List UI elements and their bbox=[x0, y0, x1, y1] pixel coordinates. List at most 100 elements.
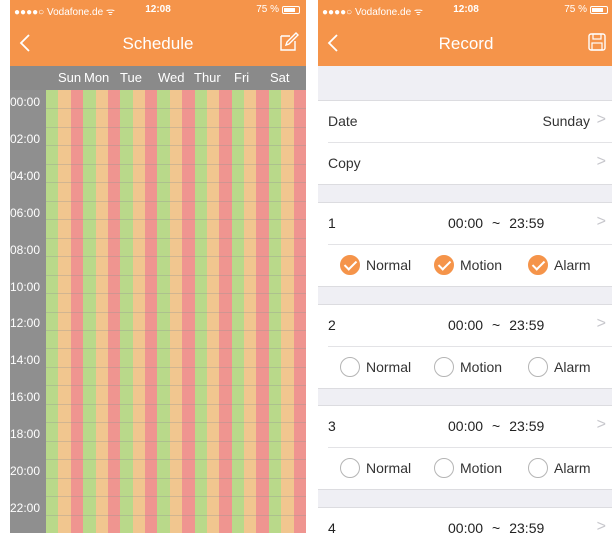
alarm-label: Alarm bbox=[554, 359, 591, 375]
date-value: Sunday bbox=[542, 113, 590, 129]
start-time: 00:00 bbox=[448, 317, 484, 333]
normal-label: Normal bbox=[366, 257, 412, 273]
time-label: 02:00 bbox=[10, 131, 41, 146]
chevron-right-icon: > bbox=[596, 416, 606, 433]
motion-checkbox[interactable]: Motion bbox=[434, 255, 502, 275]
hour-gridline bbox=[46, 182, 306, 184]
motion-label: Motion bbox=[460, 257, 503, 273]
record-screen: ●●●●○ Vodafone.de ᯤ 12:08 75 % Record Da… bbox=[318, 0, 612, 533]
alarm-checkbox[interactable]: Alarm bbox=[528, 458, 591, 478]
record-schedule-1: 1 00:00 ~23:59 > Normal Motion Alarm bbox=[318, 202, 612, 287]
save-icon bbox=[588, 33, 606, 51]
date-label: Date bbox=[328, 113, 358, 129]
schedule-number: 1 bbox=[328, 215, 336, 231]
time-range-row[interactable]: 2 00:00 ~23:59 > bbox=[318, 305, 612, 346]
empty-circle-icon bbox=[434, 458, 454, 478]
battery-indicator: 75 % bbox=[564, 4, 608, 15]
hour-gridline bbox=[46, 329, 306, 331]
time-range: 00:00 ~23:59 bbox=[448, 215, 588, 231]
alarm-checkbox[interactable]: Alarm bbox=[528, 255, 591, 275]
empty-circle-icon bbox=[434, 357, 454, 377]
motion-checkbox[interactable]: Motion bbox=[434, 357, 502, 377]
time-label: 16:00 bbox=[10, 390, 41, 405]
hour-gridline bbox=[46, 237, 306, 239]
edit-button[interactable] bbox=[278, 31, 300, 53]
nav-bar: Record bbox=[318, 20, 612, 66]
range-separator: ~ bbox=[492, 317, 501, 333]
copy-row[interactable]: Copy > bbox=[318, 143, 612, 184]
normal-label: Normal bbox=[366, 460, 412, 476]
time-label: 22:00 bbox=[10, 500, 41, 515]
chevron-right-icon: > bbox=[596, 315, 606, 332]
chevron-right-icon: > bbox=[596, 153, 606, 170]
range-separator: ~ bbox=[492, 520, 501, 533]
time-range: 00:00 ~23:59 bbox=[448, 317, 588, 333]
time-range-row[interactable]: 4 00:00 ~23:59 > bbox=[318, 508, 612, 533]
date-row[interactable]: Date Sunday > bbox=[318, 101, 612, 142]
motion-label: Motion bbox=[460, 359, 503, 375]
record-schedule-2: 2 00:00 ~23:59 > Normal Motion Alarm bbox=[318, 304, 612, 389]
schedule-number: 4 bbox=[328, 520, 336, 533]
time-label: 00:00 bbox=[10, 95, 41, 109]
alarm-label: Alarm bbox=[554, 460, 591, 476]
start-time: 00:00 bbox=[448, 520, 484, 533]
checkmark-circle-icon bbox=[528, 255, 548, 275]
record-type-row: Normal Motion Alarm bbox=[318, 448, 612, 489]
record-type-row: Normal Motion Alarm bbox=[318, 347, 612, 388]
hour-gridline bbox=[46, 163, 306, 165]
range-separator: ~ bbox=[492, 418, 501, 434]
normal-checkbox[interactable]: Normal bbox=[340, 458, 411, 478]
hour-gridline bbox=[46, 126, 306, 128]
normal-checkbox[interactable]: Normal bbox=[340, 357, 411, 377]
nav-bar: Schedule bbox=[10, 20, 306, 66]
time-label: 12:00 bbox=[10, 316, 41, 331]
battery-percent: 75 % bbox=[256, 4, 279, 15]
weekday-label: Mon bbox=[84, 70, 110, 85]
start-time: 00:00 bbox=[448, 418, 484, 434]
page-title: Record bbox=[438, 34, 494, 53]
weekday-label: Fri bbox=[234, 70, 250, 85]
record-type-row: Normal Motion Alarm bbox=[318, 245, 612, 286]
empty-circle-icon bbox=[340, 357, 360, 377]
alarm-label: Alarm bbox=[554, 257, 591, 273]
empty-circle-icon bbox=[528, 357, 548, 377]
hour-gridline bbox=[46, 219, 306, 221]
end-time: 23:59 bbox=[509, 215, 545, 231]
hour-gridline bbox=[46, 514, 306, 516]
empty-circle-icon bbox=[528, 458, 548, 478]
status-bar: ●●●●○ Vodafone.de ᯤ 12:08 75 % bbox=[318, 0, 612, 20]
normal-checkbox[interactable]: Normal bbox=[340, 255, 411, 275]
schedule-number: 2 bbox=[328, 317, 336, 333]
edit-icon bbox=[280, 32, 299, 51]
time-label: 08:00 bbox=[10, 242, 41, 257]
time-range: 00:00 ~23:59 bbox=[448, 418, 588, 434]
weekday-label: Sun bbox=[58, 70, 82, 85]
hour-gridline bbox=[46, 496, 306, 498]
chevron-right-icon: > bbox=[596, 111, 606, 128]
hour-gridline bbox=[46, 256, 306, 258]
normal-label: Normal bbox=[366, 359, 412, 375]
motion-checkbox[interactable]: Motion bbox=[434, 458, 502, 478]
end-time: 23:59 bbox=[509, 317, 545, 333]
hour-gridline bbox=[46, 403, 306, 405]
weekday-header: Sun Mon Tue Wed Thur Fri Sat bbox=[10, 66, 306, 90]
end-time: 23:59 bbox=[509, 418, 545, 434]
schedule-grid[interactable] bbox=[46, 90, 306, 533]
empty-circle-icon bbox=[340, 458, 360, 478]
chevron-right-icon: > bbox=[596, 213, 606, 230]
time-range-row[interactable]: 1 00:00 ~23:59 > bbox=[318, 203, 612, 244]
hour-gridline bbox=[46, 366, 306, 368]
alarm-checkbox[interactable]: Alarm bbox=[528, 357, 591, 377]
hour-gridline bbox=[46, 385, 306, 387]
time-column: 00:00 02:00 04:00 06:00 08:00 10:00 12:00 14:00… bbox=[10, 90, 46, 533]
weekday-label: Thur bbox=[194, 70, 221, 85]
checkmark-circle-icon bbox=[434, 255, 454, 275]
save-button[interactable] bbox=[586, 31, 608, 53]
time-label: 06:00 bbox=[10, 205, 41, 220]
copy-label: Copy bbox=[328, 155, 361, 171]
hour-gridline bbox=[46, 311, 306, 313]
time-range-row[interactable]: 3 00:00 ~23:59 > bbox=[318, 406, 612, 447]
hour-gridline bbox=[46, 477, 306, 479]
battery-percent: 75 % bbox=[564, 4, 587, 15]
status-bar: ●●●●○ Vodafone.de ᯤ 12:08 75 % bbox=[10, 0, 306, 20]
